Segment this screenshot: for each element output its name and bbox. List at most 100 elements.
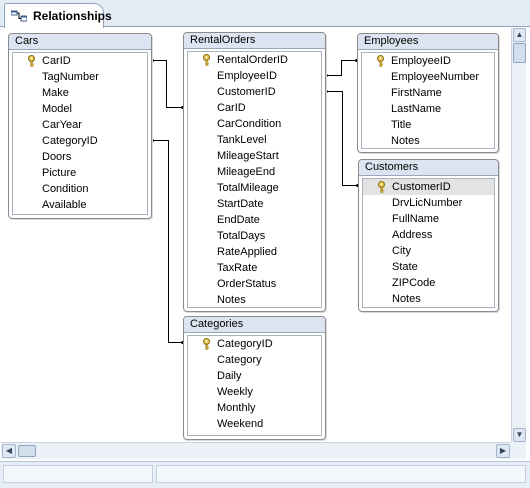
field-row[interactable]: State	[363, 259, 494, 275]
field-name: State	[392, 261, 418, 273]
primary-key-icon	[377, 181, 386, 193]
field-row[interactable]: CarCondition	[188, 116, 321, 132]
field-name: Model	[42, 103, 72, 115]
field-list[interactable]: CategoryID Category Daily Weekly Monthly Week…	[187, 335, 322, 436]
field-row[interactable]: MileageStart	[188, 148, 321, 164]
field-row[interactable]: Notes	[188, 292, 321, 308]
field-name: Weekly	[217, 386, 253, 398]
field-row[interactable]: Model	[13, 101, 147, 117]
field-row[interactable]: OrderStatus	[188, 276, 321, 292]
field-list[interactable]: RentalOrderID EmployeeID CustomerID CarID Ca…	[187, 51, 322, 308]
field-name: CategoryID	[42, 135, 98, 147]
vertical-scroll-thumb[interactable]	[513, 43, 526, 63]
scroll-up-arrow-icon[interactable]: ▲	[513, 28, 526, 42]
table-title[interactable]: RentalOrders	[184, 33, 325, 49]
scroll-right-arrow-icon[interactable]: ▶	[496, 444, 510, 458]
field-row[interactable]: EmployeeID	[362, 53, 494, 69]
field-row[interactable]: EmployeeID	[188, 68, 321, 84]
field-name: CategoryID	[217, 338, 273, 350]
table-rentalorders[interactable]: RentalOrders RentalOrderID EmployeeID Cust…	[183, 32, 326, 312]
field-row[interactable]: TotalDays	[188, 228, 321, 244]
table-categories[interactable]: Categories CategoryID Category Daily Weekly…	[183, 316, 326, 440]
field-name: TotalDays	[217, 230, 266, 242]
field-name: MileageStart	[217, 150, 279, 162]
field-row[interactable]: CategoryID	[13, 133, 147, 149]
field-row[interactable]: Category	[188, 352, 321, 368]
field-row[interactable]: TagNumber	[13, 69, 147, 85]
field-row[interactable]: EmployeeNumber	[362, 69, 494, 85]
field-row[interactable]: Weekend	[188, 416, 321, 432]
field-row[interactable]: CustomerID	[188, 84, 321, 100]
vertical-scrollbar[interactable]: ▲ ▼	[511, 28, 526, 442]
field-row[interactable]: ZIPCode	[363, 275, 494, 291]
field-row[interactable]: Weekly	[188, 384, 321, 400]
table-title[interactable]: Categories	[184, 317, 325, 333]
scroll-down-arrow-icon[interactable]: ▼	[513, 428, 526, 442]
primary-key-icon	[202, 338, 211, 350]
field-name: EndDate	[217, 214, 260, 226]
field-name: CarID	[42, 55, 71, 67]
field-name: EmployeeID	[391, 55, 451, 67]
table-title[interactable]: Cars	[9, 34, 151, 50]
field-name: TotalMileage	[217, 182, 279, 194]
table-customers[interactable]: Customers CustomerID DrvLicNumber FullName…	[358, 159, 499, 312]
field-name: Category	[217, 354, 262, 366]
field-list[interactable]: EmployeeID EmployeeNumber FirstName LastNam…	[361, 52, 495, 149]
field-row[interactable]: StartDate	[188, 196, 321, 212]
field-name: CarCondition	[217, 118, 282, 130]
table-cars[interactable]: Cars CarID TagNumber Make Model CarYear Categ…	[8, 33, 152, 219]
field-row[interactable]: FirstName	[362, 85, 494, 101]
field-list[interactable]: CustomerID DrvLicNumber FullName Address Cit…	[362, 178, 495, 308]
field-row[interactable]: TotalMileage	[188, 180, 321, 196]
field-row[interactable]: TaxRate	[188, 260, 321, 276]
field-row[interactable]: Notes	[363, 291, 494, 307]
horizontal-scrollbar[interactable]: ◀ ▶	[1, 442, 511, 459]
field-row[interactable]: Available	[13, 197, 147, 213]
table-employees[interactable]: Employees EmployeeID EmployeeNumber FirstN…	[357, 33, 499, 153]
field-name: MileageEnd	[217, 166, 276, 178]
scroll-left-arrow-icon[interactable]: ◀	[2, 444, 16, 458]
tab-relationships[interactable]: Relationships	[4, 3, 112, 28]
field-row[interactable]: RateApplied	[188, 244, 321, 260]
primary-key-icon	[376, 55, 385, 67]
field-row[interactable]: TankLevel	[188, 132, 321, 148]
status-segment	[156, 465, 526, 483]
field-row[interactable]: DrvLicNumber	[363, 195, 494, 211]
field-row[interactable]: CategoryID	[188, 336, 321, 352]
field-name: LastName	[391, 103, 442, 115]
field-row[interactable]: Make	[13, 85, 147, 101]
table-title[interactable]: Employees	[358, 34, 498, 50]
field-row[interactable]: CustomerID	[363, 179, 494, 195]
field-row[interactable]: MileageEnd	[188, 164, 321, 180]
field-row[interactable]: Picture	[13, 165, 147, 181]
field-name: Address	[392, 229, 433, 241]
field-row[interactable]: Condition	[13, 181, 147, 197]
field-row[interactable]: CarYear	[13, 117, 147, 133]
table-title[interactable]: Customers	[359, 160, 498, 176]
status-segment	[3, 465, 153, 483]
field-name: CustomerID	[217, 86, 276, 98]
field-row[interactable]: FullName	[363, 211, 494, 227]
field-row[interactable]: City	[363, 243, 494, 259]
primary-key-icon	[202, 54, 211, 66]
field-row[interactable]: CarID	[13, 53, 147, 69]
horizontal-scroll-thumb[interactable]	[18, 445, 36, 457]
scrollbar-corner	[511, 442, 526, 459]
field-row[interactable]: Address	[363, 227, 494, 243]
field-list[interactable]: CarID TagNumber Make Model CarYear CategoryID…	[12, 52, 148, 215]
field-row[interactable]: Title	[362, 117, 494, 133]
field-row[interactable]: Notes	[362, 133, 494, 149]
field-row[interactable]: CarID	[188, 100, 321, 116]
field-row[interactable]: RentalOrderID	[188, 52, 321, 68]
field-name: Make	[42, 87, 69, 99]
field-row[interactable]: LastName	[362, 101, 494, 117]
field-row[interactable]: Daily	[188, 368, 321, 384]
field-name: ZIPCode	[392, 277, 436, 289]
relationships-icon	[11, 10, 27, 22]
field-name: Doors	[42, 151, 72, 163]
field-row[interactable]: Doors	[13, 149, 147, 165]
field-name: RentalOrderID	[217, 54, 288, 66]
field-row[interactable]: EndDate	[188, 212, 321, 228]
field-name: EmployeeNumber	[391, 71, 480, 83]
field-row[interactable]: Monthly	[188, 400, 321, 416]
